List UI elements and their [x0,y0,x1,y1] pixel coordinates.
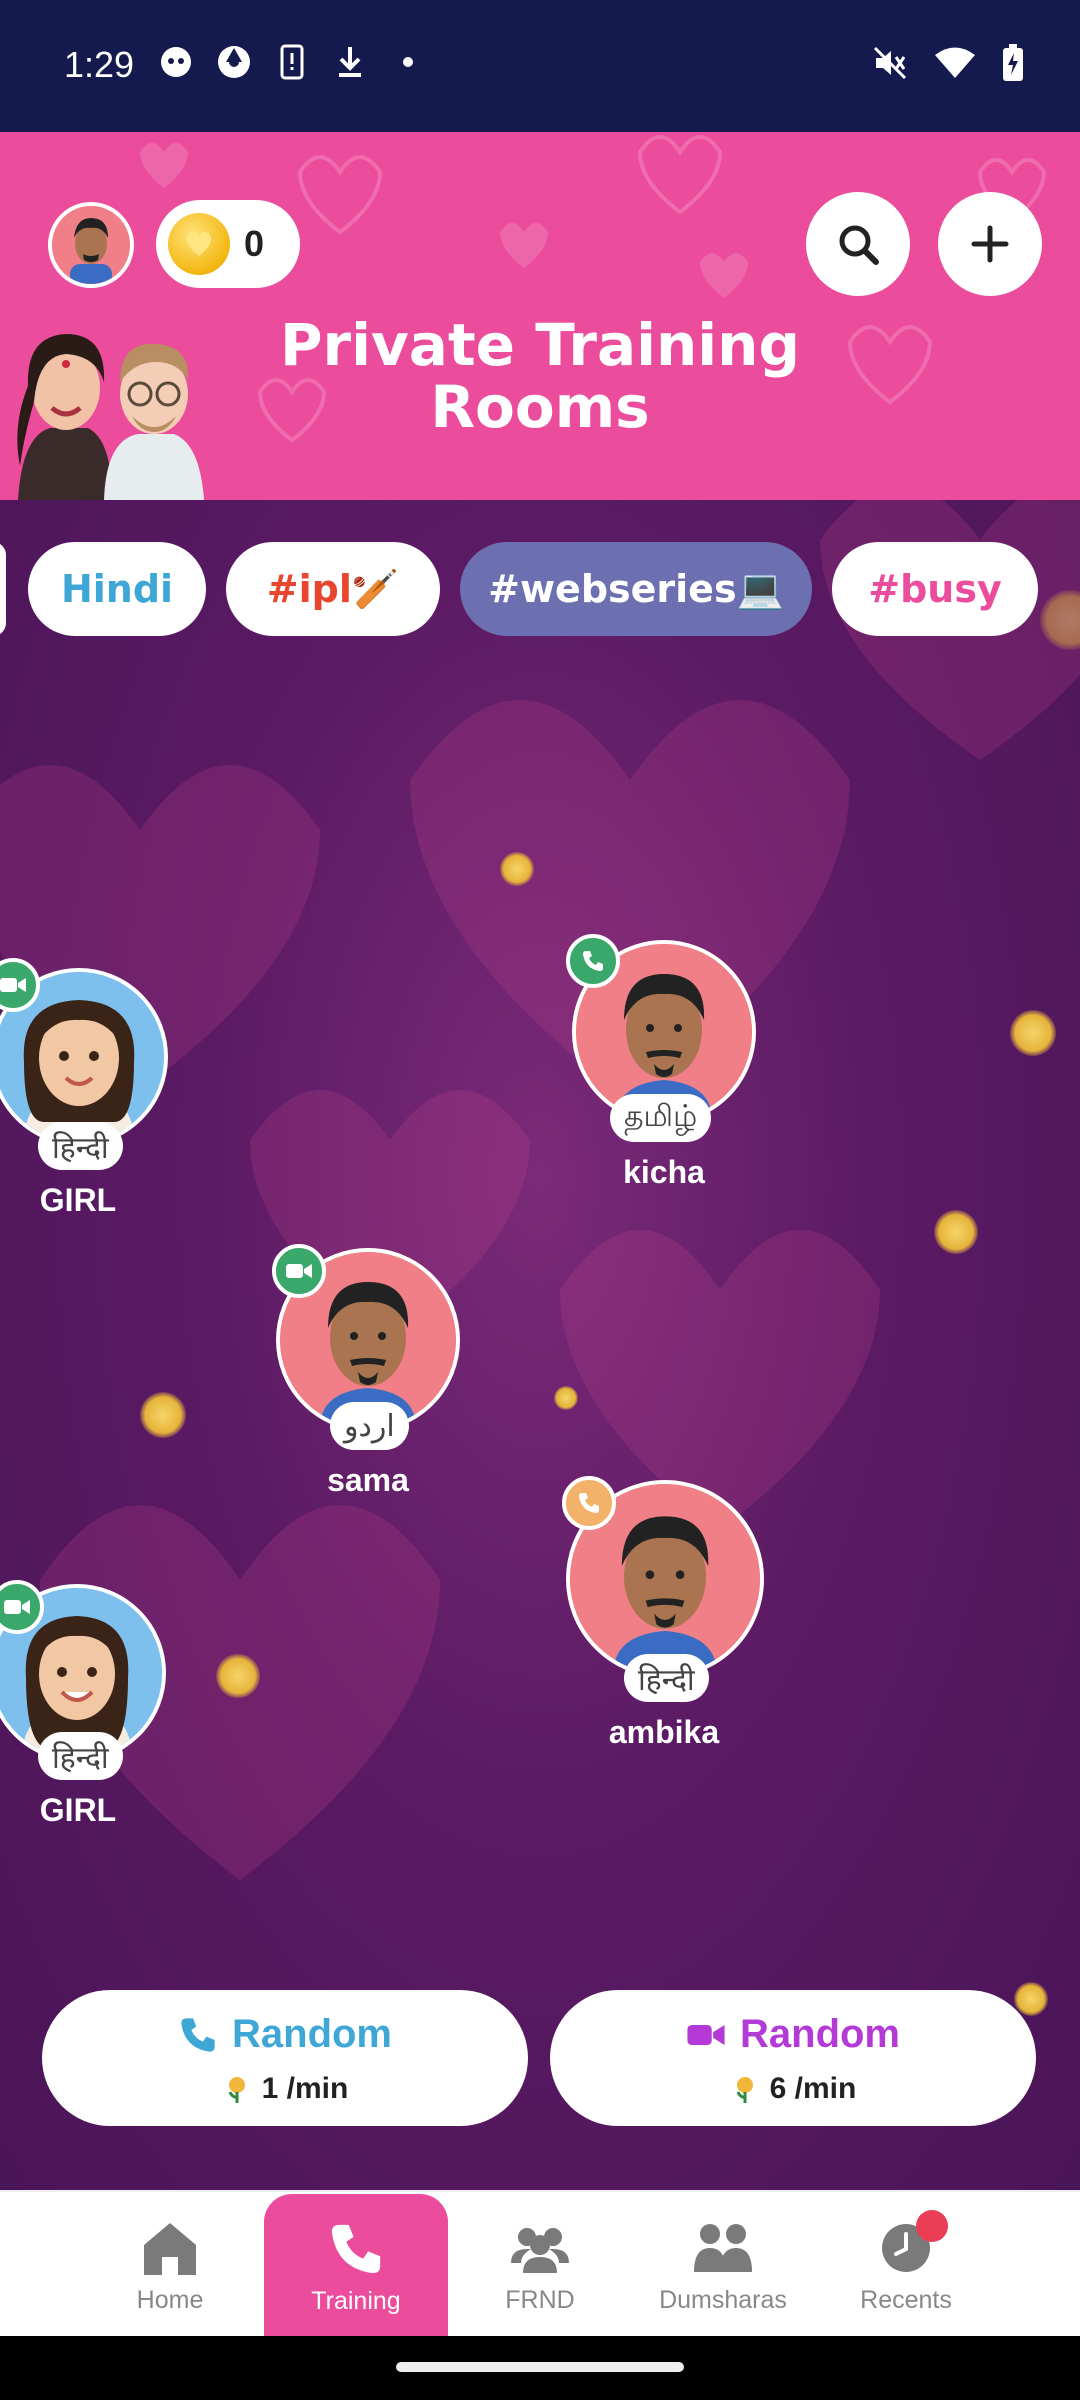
video-camera-icon [687,2024,725,2045]
coin-count: 0 [244,223,265,264]
mute-icon [872,45,908,86]
friends-icon [508,2216,572,2280]
group-icon [691,2216,755,2280]
room-user-kicha[interactable]: தமிழ் kicha [566,934,760,1206]
notification-dot [916,2209,948,2242]
bokeh-light [554,1386,578,1410]
user-name: kicha [623,1154,705,1190]
page-title-line1: Private Training [280,311,800,379]
training-room-area: Hindi #ipl🏏 #webseries💻 #busy हिन्दी GIR… [0,500,1080,2190]
language-badge: हिन्दी [38,1732,123,1780]
device-alert-icon [274,44,310,80]
clock-icon [874,2209,948,2280]
user-name: sama [327,1462,409,1498]
tag-webseries[interactable]: #webseries💻 [460,542,812,636]
random-audio-rate: 1 /min [261,2072,349,2105]
phone-icon [324,2217,388,2281]
nav-frnd-label: FRND [505,2285,575,2314]
nav-recents[interactable]: Recents [814,2192,998,2338]
home-gesture-handle[interactable] [396,2362,684,2372]
topic-tags: Hindi #ipl🏏 #webseries💻 #busy [0,542,1080,636]
language-badge: हिन्दी [624,1654,709,1702]
video-camera-icon [4,1600,30,1614]
video-camera-icon [0,978,26,992]
room-user-girl-2[interactable]: हिन्दी GIRL [0,1580,180,1840]
battery-icon [1002,44,1024,87]
rose-icon [228,2077,245,2103]
audio-call-badge [566,934,620,988]
status-bar: 1:29 [0,0,1080,132]
phone-icon [583,951,603,971]
language-badge: தமிழ் [610,1094,712,1142]
tag-busy[interactable]: #busy [832,542,1038,636]
nav-frnd[interactable]: FRND [448,2192,632,2338]
random-video-call-button[interactable]: Random 6 /min [550,1990,1036,2126]
app-header: 0 Private Training Rooms [0,132,1080,500]
user-name: GIRL [39,1182,117,1218]
cat-app-icon [158,44,194,80]
tag-prev-partial[interactable] [0,542,6,636]
room-user-sama[interactable]: اردو sama [272,1244,464,1514]
video-camera-icon [286,1264,312,1278]
bokeh-light [934,1210,978,1254]
nav-training-label: Training [311,2286,401,2315]
bottom-navigation: Home Training FRND Dumsharas Recents [0,2190,1080,2338]
nav-dumsharas[interactable]: Dumsharas [631,2192,815,2338]
shutter-app-icon [216,44,252,80]
bokeh-light [1014,1982,1048,2016]
more-dot-icon [390,44,426,80]
download-icon [332,44,368,80]
page-title: Private Training Rooms [240,314,840,438]
audio-call-badge [562,1476,616,1530]
tag-ipl[interactable]: #ipl🏏 [226,542,440,636]
my-profile-avatar[interactable] [48,202,134,288]
random-audio-call-button[interactable]: Random 1 /min [42,1990,528,2126]
nav-dumsharas-label: Dumsharas [659,2285,787,2314]
gesture-navigation-bar [0,2336,1080,2400]
couple-illustration [17,334,204,500]
tag-hindi[interactable]: Hindi [28,542,206,636]
rose-icon [736,2077,753,2103]
search-icon [839,225,879,265]
status-system-icons [872,44,1024,87]
coin-icon [168,213,230,275]
nav-home-label: Home [136,2285,204,2314]
nav-home[interactable]: Home [78,2192,262,2338]
random-video-label: Random [740,2012,900,2056]
phone-icon [579,1493,599,1513]
page-title-line2: Rooms [430,373,650,441]
random-video-rate: 6 /min [769,2072,857,2105]
bokeh-light [216,1654,260,1698]
user-name: GIRL [39,1792,117,1828]
language-badge: हिन्दी [38,1122,123,1170]
status-notification-icons [158,44,426,80]
add-room-button[interactable] [938,192,1042,296]
video-call-badge [272,1244,326,1298]
search-button[interactable] [806,192,910,296]
nav-recents-label: Recents [860,2285,952,2314]
nav-training[interactable]: Training [264,2194,448,2338]
room-user-ambika[interactable]: हिन्दी ambika [562,1476,766,1766]
bokeh-light [1010,1010,1056,1056]
random-audio-label: Random [232,2012,392,2056]
home-icon [138,2216,202,2280]
plus-icon [971,225,1009,263]
wifi-icon [934,46,976,85]
user-name: ambika [608,1714,720,1750]
bokeh-light [500,852,534,886]
phone-icon [181,2017,215,2052]
coin-balance[interactable]: 0 [156,200,300,288]
status-time: 1:29 [64,44,135,85]
language-badge: اردو [330,1402,409,1450]
